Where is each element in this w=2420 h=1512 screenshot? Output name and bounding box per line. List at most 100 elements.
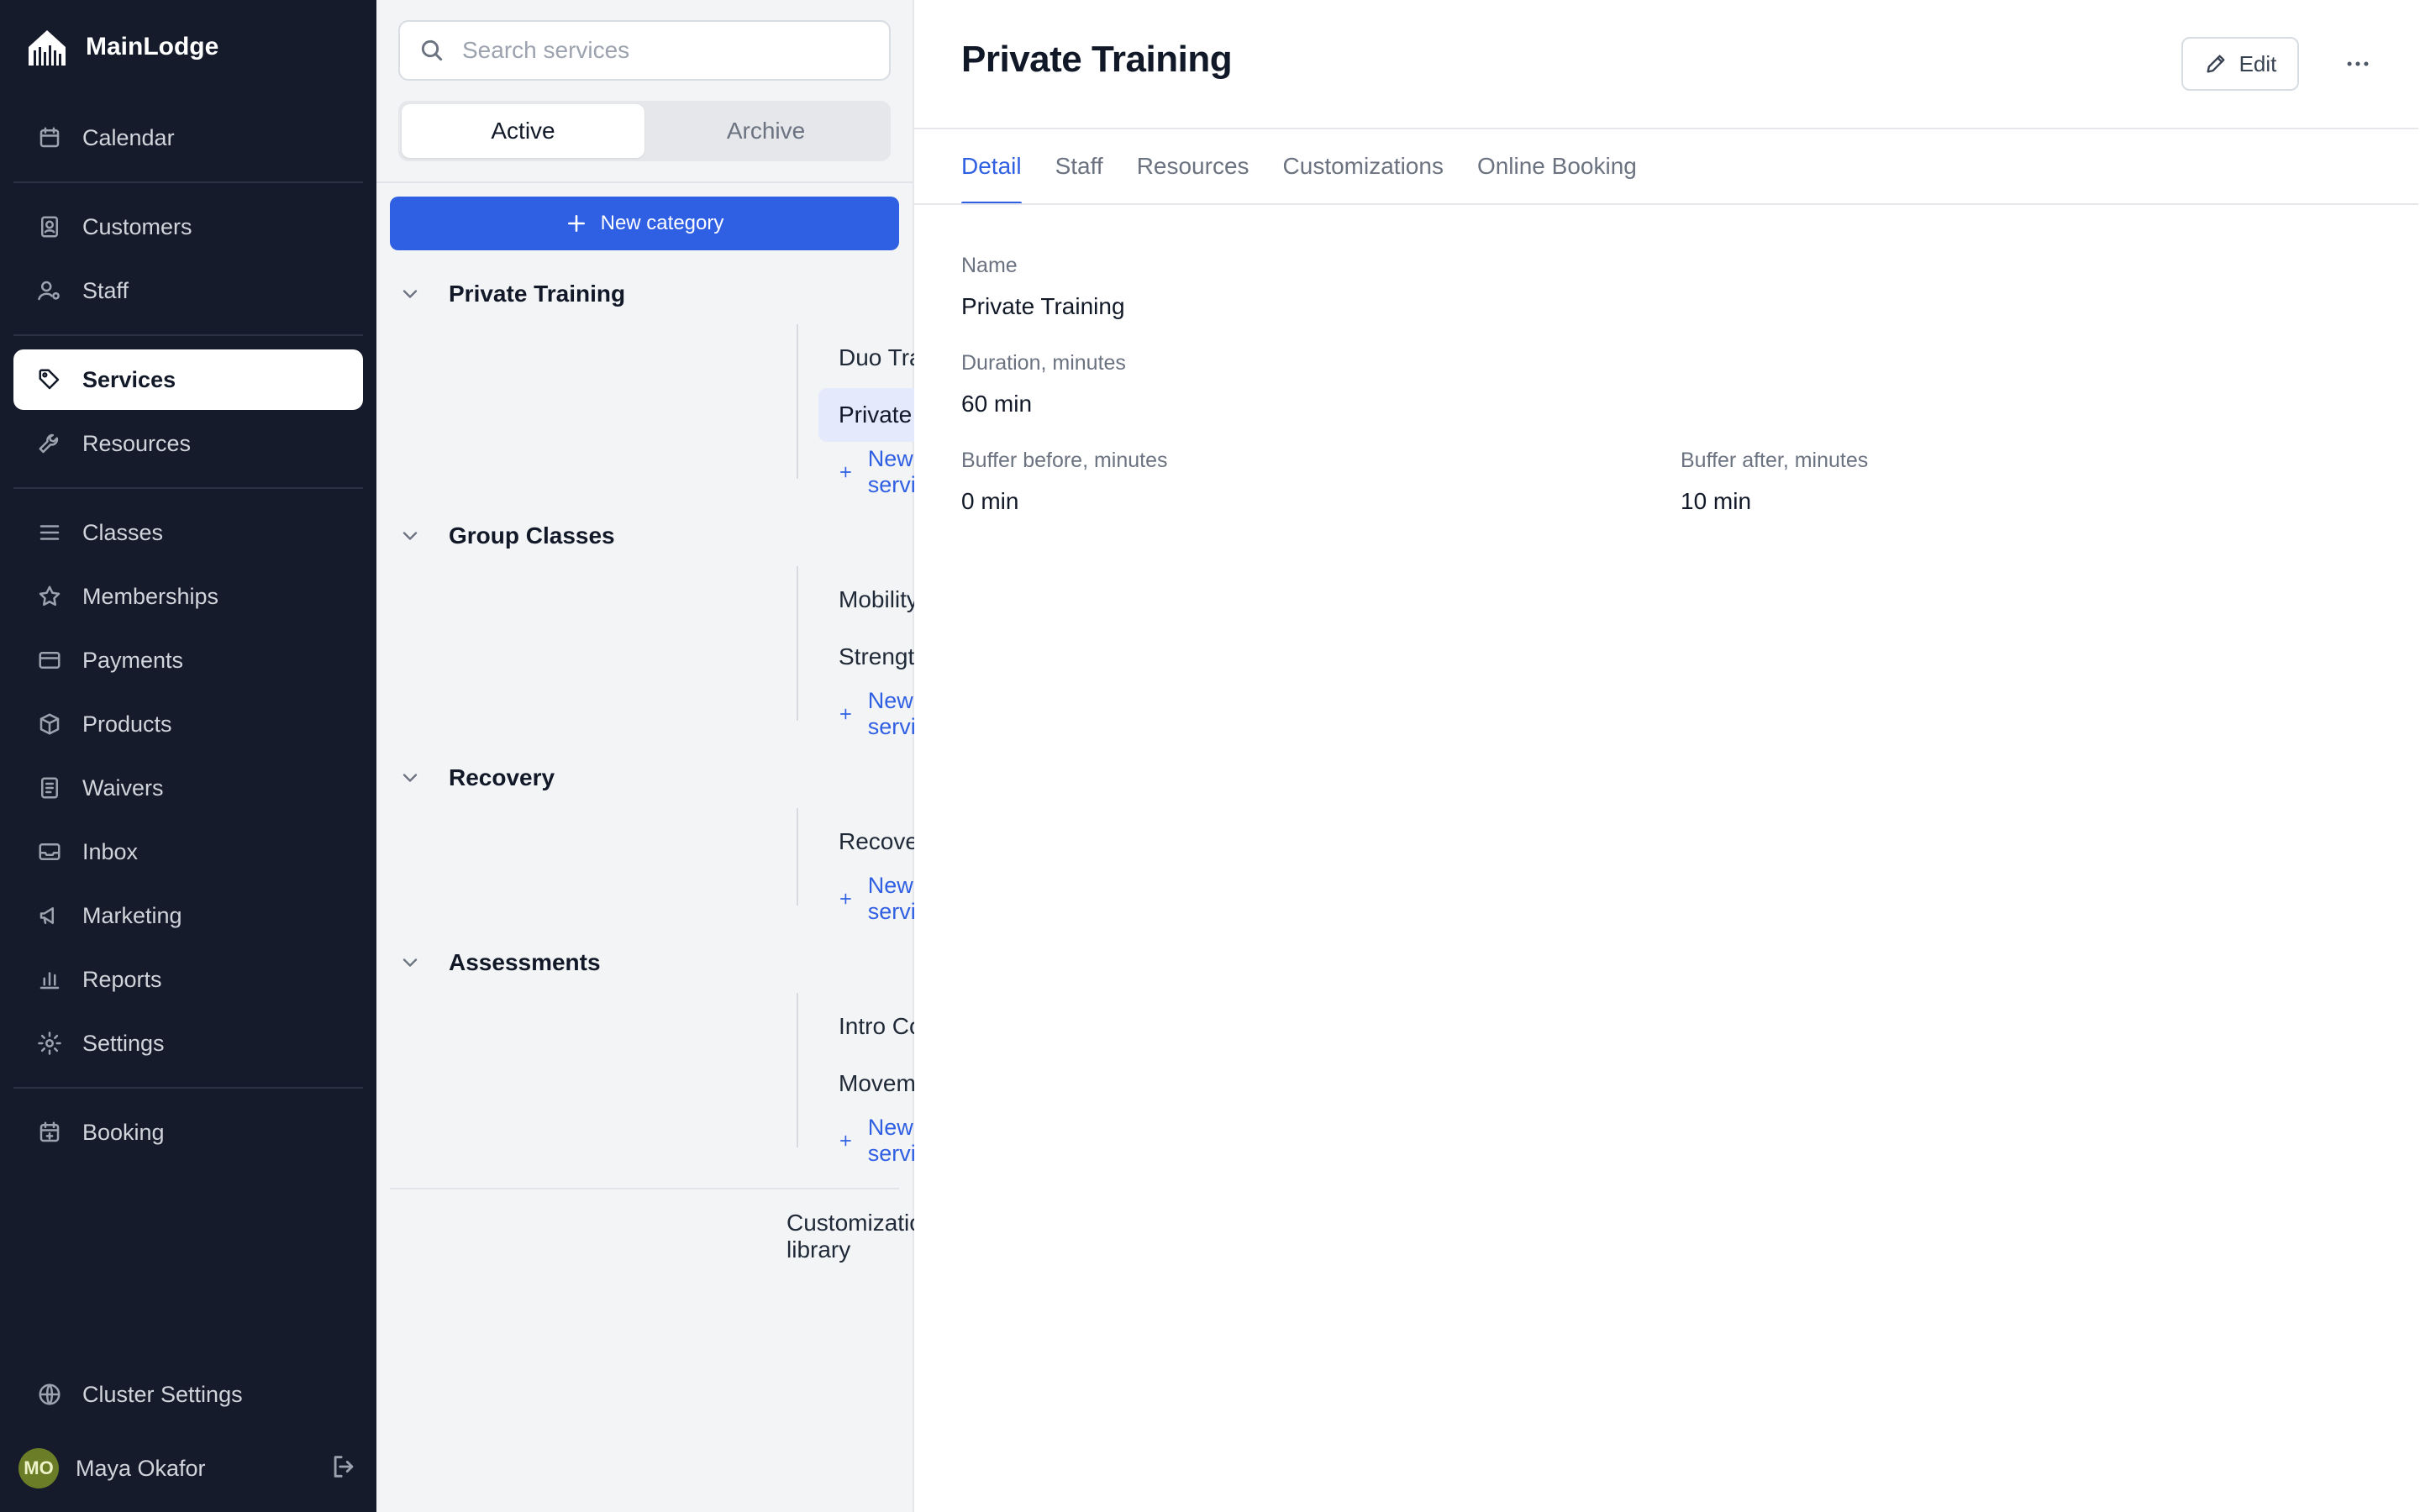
field-value: 0 min	[961, 488, 1019, 514]
more-horizontal-icon	[2347, 61, 2369, 66]
nav-item-services[interactable]: Services	[13, 349, 363, 410]
header-divider	[914, 128, 2418, 129]
detail-tabs: Detail Staff Resources Customizations On…	[961, 151, 1637, 205]
category-name: Recovery	[449, 764, 555, 790]
box-icon	[35, 710, 64, 738]
nav-item-memberships[interactable]: Memberships	[13, 566, 363, 627]
nav-item-classes[interactable]: Classes	[13, 502, 363, 563]
nav-item-label: Cluster Settings	[82, 1381, 243, 1407]
field-label: Duration, minutes	[961, 351, 1126, 375]
plus-icon	[839, 1135, 851, 1147]
tree-connector	[797, 324, 798, 479]
services-panel: Active Archive New category Private Trai…	[376, 0, 1319, 1512]
customization-library-link[interactable]: Customization library	[786, 1210, 935, 1263]
logout-icon[interactable]	[329, 1452, 358, 1485]
category-name: Assessments	[449, 949, 601, 975]
tab-customizations[interactable]: Customizations	[1283, 151, 1444, 205]
document-icon	[35, 774, 64, 802]
lodge-logo-icon	[29, 30, 66, 66]
nav-divider	[13, 181, 363, 183]
category-private-training[interactable]: Private Training	[398, 276, 625, 312]
nav-item-label: Resources	[82, 430, 192, 456]
panel-divider	[390, 1188, 899, 1189]
nav-item-customers[interactable]: Customers	[13, 197, 363, 257]
chevron-down-icon	[402, 290, 418, 298]
tab-resources[interactable]: Resources	[1137, 151, 1249, 205]
globe-icon	[35, 1380, 64, 1409]
plus-icon	[839, 466, 851, 478]
page-title: Private Training	[961, 39, 1233, 80]
nav-item-reports[interactable]: Reports	[13, 949, 363, 1010]
tab-detail[interactable]: Detail	[961, 151, 1022, 205]
nav-item-cluster-settings[interactable]: Cluster Settings	[13, 1364, 363, 1425]
nav-item-staff[interactable]: Staff	[13, 260, 363, 321]
plus-icon	[567, 215, 585, 232]
nav-item-payments[interactable]: Payments	[13, 630, 363, 690]
field-buffer-before: Buffer before, minutes 0 min	[961, 449, 1168, 515]
tab-staff[interactable]: Staff	[1055, 151, 1103, 205]
plus-icon	[839, 893, 851, 905]
app-name: MainLodge	[86, 33, 219, 60]
nav-item-settings[interactable]: Settings	[13, 1013, 363, 1074]
nav-divider	[13, 334, 363, 336]
bar-chart-icon	[35, 965, 64, 994]
chevron-down-icon	[402, 532, 418, 540]
nav-item-label: Products	[82, 711, 172, 737]
search-icon	[421, 39, 443, 61]
nav-item-label: Staff	[82, 277, 129, 303]
nav-item-label: Calendar	[82, 124, 175, 150]
field-name: Name Private Training	[961, 254, 1125, 320]
user-name: Maya Okafor	[76, 1455, 206, 1481]
chevron-down-icon	[402, 958, 418, 967]
field-duration: Duration, minutes 60 min	[961, 351, 1126, 417]
avatar: MO	[18, 1448, 59, 1488]
field-label: Name	[961, 254, 1018, 277]
nav-item-inbox[interactable]: Inbox	[13, 822, 363, 882]
nav-item-waivers[interactable]: Waivers	[13, 758, 363, 818]
search-box[interactable]	[398, 20, 891, 81]
nav-item-label: Memberships	[82, 583, 219, 609]
megaphone-icon	[35, 901, 64, 930]
nav-divider	[13, 1087, 363, 1089]
nav-item-products[interactable]: Products	[13, 694, 363, 754]
staff-icon	[35, 276, 64, 305]
service-detail: Private Training Edit Detail Staff Resou…	[914, 0, 2420, 1512]
field-buffer-after: Buffer after, minutes 10 min	[1681, 449, 1868, 515]
segment-active[interactable]: Active	[402, 104, 644, 158]
brand[interactable]: MainLodge	[25, 24, 218, 71]
segment-archive[interactable]: Archive	[644, 104, 887, 158]
nav-item-calendar[interactable]: Calendar	[13, 108, 363, 168]
tab-online-booking[interactable]: Online Booking	[1477, 151, 1637, 205]
category-group-classes[interactable]: Group Classes	[398, 517, 615, 554]
chevron-down-icon	[402, 774, 418, 782]
nav-item-label: Booking	[82, 1119, 165, 1145]
field-value: 10 min	[1681, 488, 1752, 514]
tree-connector	[797, 566, 798, 721]
user-profile[interactable]: MO Maya Okafor	[18, 1446, 358, 1490]
edit-button[interactable]: Edit	[2181, 37, 2299, 91]
nav-item-marketing[interactable]: Marketing	[13, 885, 363, 946]
more-options-button[interactable]	[2338, 44, 2378, 84]
list-icon	[35, 518, 64, 547]
nav-item-label: Customers	[82, 213, 192, 239]
nav-item-booking[interactable]: Booking	[13, 1102, 363, 1163]
category-recovery[interactable]: Recovery	[398, 759, 555, 796]
nav-item-label: Settings	[82, 1030, 165, 1056]
nav-item-label: Services	[82, 366, 176, 392]
tree-connector	[797, 993, 798, 1147]
calendar-icon	[35, 123, 64, 152]
gear-icon	[35, 1029, 64, 1058]
panel-divider	[376, 181, 913, 183]
new-category-label: New category	[600, 212, 724, 234]
nav-item-resources[interactable]: Resources	[13, 413, 363, 474]
nav-item-label: Marketing	[82, 902, 182, 928]
new-category-button[interactable]: New category	[390, 197, 899, 250]
category-name: Private Training	[449, 281, 626, 307]
category-assessments[interactable]: Assessments	[398, 944, 601, 981]
nav-item-label: Inbox	[82, 838, 139, 864]
nav-item-label: Reports	[82, 966, 162, 992]
status-segmented-control: Active Archive	[398, 101, 891, 161]
nav-divider	[13, 487, 363, 489]
search-input[interactable]	[460, 36, 867, 65]
edit-label: Edit	[2238, 50, 2277, 76]
